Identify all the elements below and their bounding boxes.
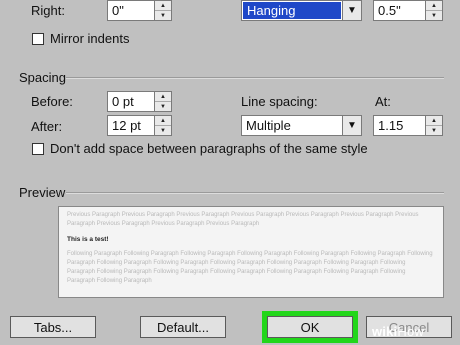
preview-divider xyxy=(66,192,444,194)
dont-add-space-checkbox[interactable] xyxy=(32,143,44,155)
preview-following-paragraph: Following Paragraph Following Paragraph … xyxy=(67,251,433,284)
spin-down-icon[interactable]: ▼ xyxy=(155,10,171,20)
spin-down-icon[interactable]: ▼ xyxy=(155,125,171,135)
spin-down-icon[interactable]: ▼ xyxy=(426,10,442,20)
spin-up-icon[interactable]: ▲ xyxy=(155,1,171,10)
after-field[interactable]: 12 pt xyxy=(107,115,154,136)
wikihow-watermark: wikiHow xyxy=(372,324,424,339)
preview-section-title: Preview xyxy=(19,185,66,200)
spacing-divider xyxy=(66,77,444,79)
right-indent-field[interactable]: 0" xyxy=(107,0,154,21)
by-indent-field[interactable]: 0.5" xyxy=(373,0,425,21)
spin-up-icon[interactable]: ▲ xyxy=(426,1,442,10)
after-label: After: xyxy=(31,119,63,134)
at-field[interactable]: 1.15 xyxy=(373,115,425,136)
tabs-button[interactable]: Tabs... xyxy=(10,316,96,338)
at-spinner[interactable]: 1.15 ▲ ▼ xyxy=(373,115,443,136)
spin-up-icon[interactable]: ▲ xyxy=(155,116,171,125)
special-indent-value: Hanging xyxy=(243,2,341,19)
spin-down-icon[interactable]: ▼ xyxy=(155,101,171,111)
before-label: Before: xyxy=(31,94,73,109)
spin-up-icon[interactable]: ▲ xyxy=(426,116,442,125)
dont-add-space-label: Don't add space between paragraphs of th… xyxy=(50,141,368,156)
default-button[interactable]: Default... xyxy=(140,316,226,338)
after-arrows[interactable]: ▲ ▼ xyxy=(154,115,172,136)
preview-previous-paragraph: Previous Paragraph Previous Paragraph Pr… xyxy=(67,212,419,227)
by-indent-spinner[interactable]: 0.5" ▲ ▼ xyxy=(373,0,443,21)
ok-button[interactable]: OK xyxy=(267,316,353,338)
mirror-indents-label: Mirror indents xyxy=(50,31,130,46)
after-spinner[interactable]: 12 pt ▲ ▼ xyxy=(107,115,172,136)
preview-box: Previous Paragraph Previous Paragraph Pr… xyxy=(58,206,444,298)
spin-up-icon[interactable]: ▲ xyxy=(155,92,171,101)
right-indent-arrows[interactable]: ▲ ▼ xyxy=(154,0,172,21)
mirror-indents-checkbox[interactable] xyxy=(32,33,44,45)
before-spinner[interactable]: 0 pt ▲ ▼ xyxy=(107,91,172,112)
by-indent-arrows[interactable]: ▲ ▼ xyxy=(425,0,443,21)
before-arrows[interactable]: ▲ ▼ xyxy=(154,91,172,112)
chevron-down-icon[interactable]: ▼ xyxy=(342,1,361,20)
paragraph-dialog: Right: 0" ▲ ▼ Hanging ▼ 0.5" ▲ ▼ Mirror … xyxy=(0,0,460,345)
line-spacing-label: Line spacing: xyxy=(241,94,318,109)
spacing-section-title: Spacing xyxy=(19,70,66,85)
line-spacing-dropdown[interactable]: Multiple ▼ xyxy=(241,115,362,136)
right-indent-label: Right: xyxy=(31,3,65,18)
special-indent-dropdown[interactable]: Hanging ▼ xyxy=(241,0,362,21)
preview-current-paragraph: This is a test! xyxy=(67,236,109,243)
at-arrows[interactable]: ▲ ▼ xyxy=(425,115,443,136)
spin-down-icon[interactable]: ▼ xyxy=(426,125,442,135)
line-spacing-value: Multiple xyxy=(246,118,291,133)
at-label: At: xyxy=(375,94,391,109)
right-indent-spinner[interactable]: 0" ▲ ▼ xyxy=(107,0,172,21)
before-field[interactable]: 0 pt xyxy=(107,91,154,112)
chevron-down-icon[interactable]: ▼ xyxy=(342,116,361,135)
